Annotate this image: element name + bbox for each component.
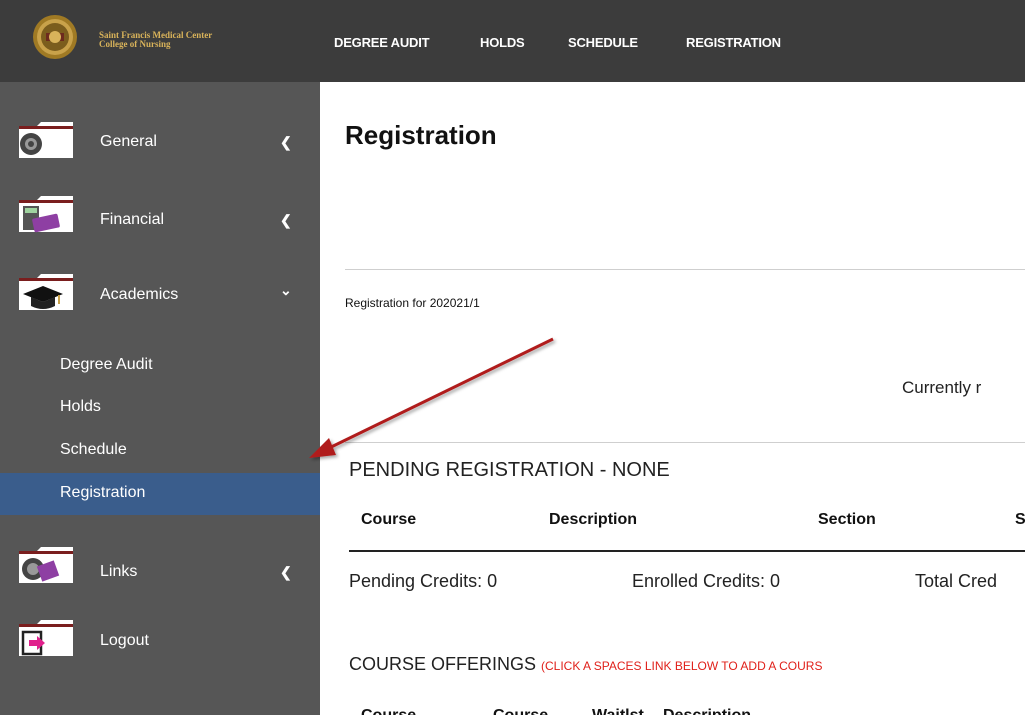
sidebar-item-academics[interactable]: Academics ⌄: [0, 272, 320, 332]
chevron-down-icon: ⌄: [280, 282, 292, 298]
nav-holds[interactable]: HOLDS: [480, 35, 525, 50]
currently-status-text: Currently r: [902, 378, 982, 397]
page-title: Registration: [345, 120, 497, 150]
sidebar-item-financial[interactable]: Financial ❮: [0, 194, 320, 254]
pending-credits: Pending Credits: 0: [349, 571, 498, 591]
main-content: Registration Registration for 202021/1 C…: [320, 82, 1025, 715]
sidebar-item-logout[interactable]: Logout: [0, 618, 320, 678]
chevron-left-icon: ❮: [280, 564, 292, 580]
gear-icon: [19, 122, 73, 158]
nav-degree-audit[interactable]: DEGREE AUDIT: [334, 35, 430, 50]
credit-card-calculator-icon: [19, 196, 73, 233]
column-header-status: S: [1015, 511, 1025, 528]
column-header-description: Description: [663, 707, 751, 715]
sidebar-label-financial: Financial: [100, 211, 165, 228]
column-header-section: Section: [818, 511, 876, 528]
nav-registration[interactable]: REGISTRATION: [686, 35, 781, 50]
total-credits: Total Cred: [915, 571, 998, 591]
nav-schedule[interactable]: SCHEDULE: [568, 35, 638, 50]
sidebar: General ❮ Financial ❮ Academics ⌄ Degree…: [0, 82, 320, 715]
college-seal-logo[interactable]: [32, 14, 78, 60]
sidebar-item-general[interactable]: General ❮: [0, 120, 320, 180]
college-name-text: Saint Francis Medical Center College of …: [99, 30, 213, 49]
column-header-course: Course: [361, 707, 416, 715]
sidebar-item-links[interactable]: Links ❮: [0, 545, 320, 605]
top-bar: Saint Francis Medical Center College of …: [0, 0, 1025, 82]
enrolled-credits: Enrolled Credits: 0: [632, 571, 781, 591]
sidebar-subitem-registration[interactable]: Registration: [0, 473, 320, 515]
divider: [345, 442, 1025, 443]
pending-registration-heading: PENDING REGISTRATION - NONE: [349, 459, 670, 481]
sidebar-label-general: General: [100, 133, 157, 150]
logout-icon: [19, 620, 73, 656]
course-offerings-note: (CLICK A SPACES LINK BELOW TO ADD A COUR…: [541, 659, 823, 673]
sidebar-label-academics: Academics: [100, 286, 179, 303]
table-header-divider: [349, 550, 1025, 552]
sidebar-subitem-schedule[interactable]: Schedule: [0, 430, 320, 472]
registration-term-text: Registration for 202021/1: [345, 296, 480, 310]
chevron-left-icon: ❮: [280, 134, 292, 150]
course-offerings-heading: COURSE OFFERINGS (CLICK A SPACES LINK BE…: [349, 654, 823, 674]
graduation-cap-icon: [19, 274, 73, 310]
sidebar-label-links: Links: [100, 563, 138, 580]
chevron-left-icon: ❮: [280, 212, 292, 228]
sidebar-label-logout: Logout: [100, 632, 149, 649]
column-header-course-2: Course: [493, 707, 548, 715]
column-header-waitlist: Waitlst: [592, 707, 644, 715]
sidebar-subitem-holds[interactable]: Holds: [0, 387, 320, 429]
column-header-description: Description: [549, 511, 638, 528]
column-header-course: Course: [361, 511, 417, 528]
sidebar-subitem-degree-audit[interactable]: Degree Audit: [0, 345, 320, 387]
links-icon: [19, 547, 73, 583]
divider: [345, 269, 1025, 270]
